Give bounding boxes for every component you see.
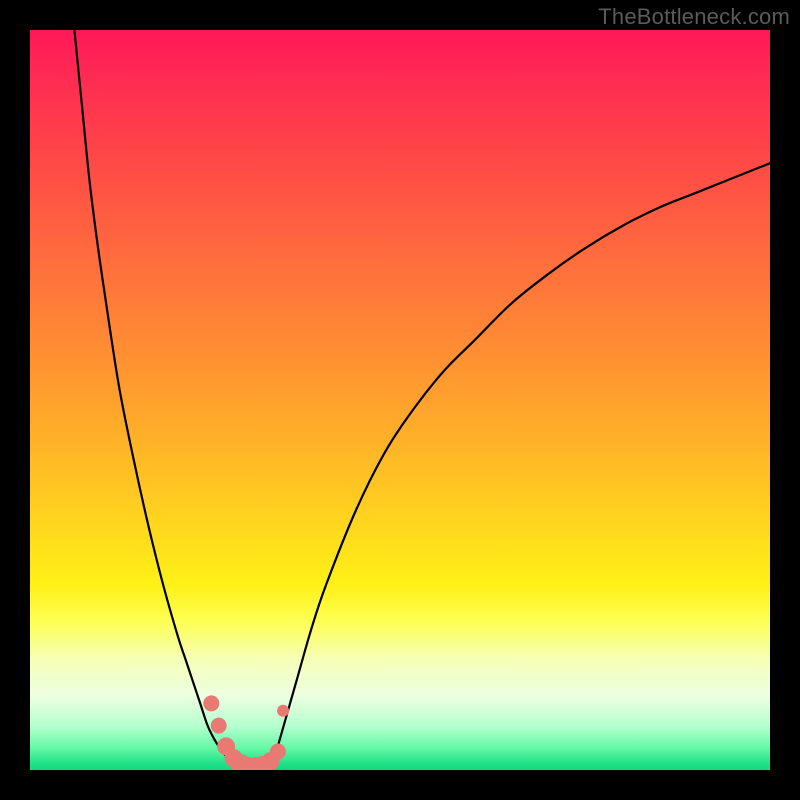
valley-marker [211, 718, 227, 734]
valley-marker [270, 744, 286, 760]
curve-group [74, 30, 770, 768]
curve-layer [30, 30, 770, 770]
bottleneck-curve [74, 30, 770, 768]
chart-frame: TheBottleneck.com [0, 0, 800, 800]
valley-marker [277, 705, 289, 717]
plot-area [30, 30, 770, 770]
watermark-text: TheBottleneck.com [598, 4, 790, 30]
valley-marker [203, 695, 219, 711]
marker-group [203, 695, 289, 770]
